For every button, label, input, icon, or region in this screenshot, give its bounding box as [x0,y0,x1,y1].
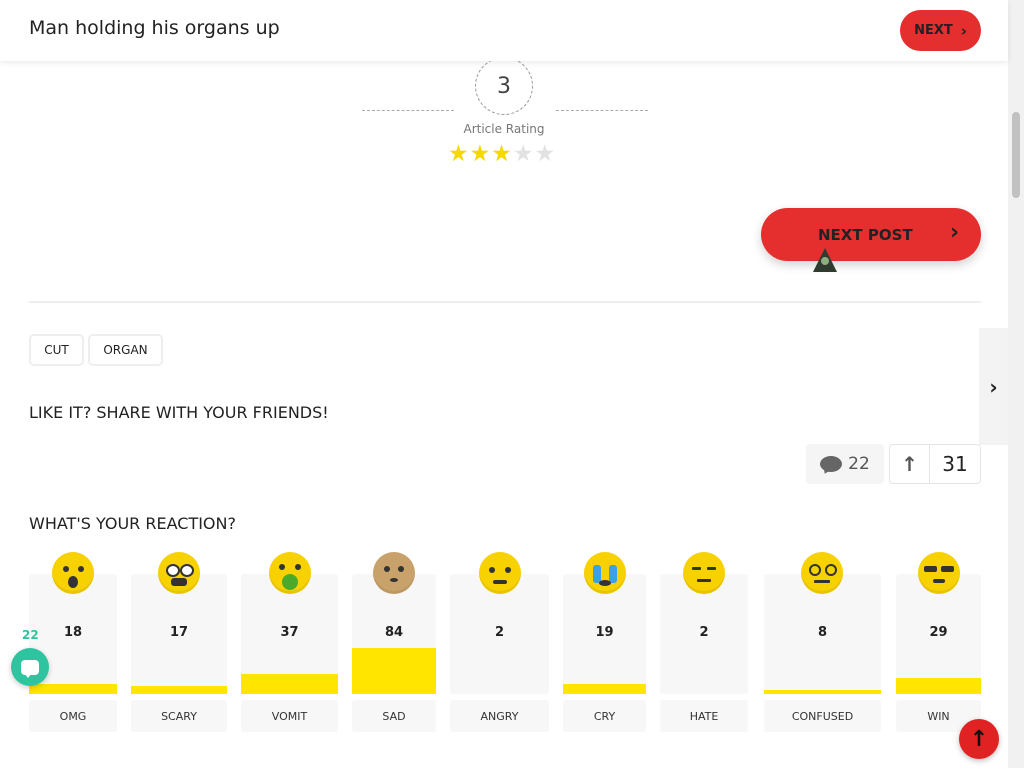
page-scrollbar[interactable] [1008,0,1024,768]
reaction-count: 17 [169,625,189,640]
star-icon[interactable]: ★ [448,143,469,166]
angry-face-icon [479,552,521,594]
hate-face-icon [683,552,725,594]
reaction-level-bar [764,690,881,694]
vote-count: 31 [942,452,968,476]
next-post-button[interactable]: NEXT POST › [761,208,981,261]
vote-widget: ↑ 31 [889,444,981,484]
comment-icon [820,456,843,472]
reaction-label[interactable]: SCARY [131,700,227,732]
reaction-level-bar [241,674,338,694]
reaction-count: 29 [929,625,948,640]
rating-divider-left [362,110,454,111]
star-icon[interactable]: ★ [513,143,534,166]
rating-divider-right [556,110,648,111]
tag-cut[interactable]: CUT [29,334,84,366]
reaction-label[interactable]: OMG [29,700,117,732]
star-icon[interactable]: ★ [535,143,556,166]
reaction-label[interactable]: ANGRY [450,700,549,732]
chat-button[interactable] [11,648,49,686]
reaction-heading: WHAT'S YOUR REACTION? [29,514,236,533]
reaction-level-bar [29,684,117,694]
scrollbar-thumb[interactable] [1012,112,1020,198]
upvote-button[interactable]: ↑ [890,445,930,483]
rating-value: 3 [475,57,533,115]
scary-face-icon [158,552,200,594]
cry-face-icon [584,552,626,594]
arrow-up-icon: ↑ [901,452,918,476]
chevron-right-icon: › [950,220,960,245]
share-heading: LIKE IT? SHARE WITH YOUR FRIENDS! [29,403,329,422]
chat-badge: 22 [22,628,39,642]
reaction-level-bar [563,684,646,694]
reaction-count: 2 [494,625,505,640]
section-divider [29,301,981,303]
reaction-count: 19 [595,625,614,640]
reaction-label[interactable]: VOMIT [241,700,338,732]
next-post-label: NEXT POST [818,226,913,244]
arrow-up-icon: ↑ [969,726,989,752]
win-face-icon [918,552,960,594]
reaction-count: 84 [384,625,404,640]
confused-face-icon [801,552,843,594]
top-bar: Man holding his organs up NEXT › [0,0,1008,61]
vomit-face-icon [269,552,311,594]
reaction-label[interactable]: HATE [660,700,748,732]
chevron-right-icon: › [989,374,998,399]
reaction-label[interactable]: CONFUSED [764,700,881,732]
rating-label: Article Rating [463,122,545,136]
cursor-icon [813,248,837,272]
reaction-level-bar [896,678,981,694]
reaction-label[interactable]: SAD [352,700,436,732]
chevron-right-icon: › [960,21,967,40]
rating-stars[interactable]: ★ ★ ★ ★ ★ [448,143,555,166]
post-title: Man holding his organs up [29,17,280,39]
reaction-label[interactable]: CRY [563,700,646,732]
comments-count-button[interactable]: 22 [806,444,884,484]
reaction-count: 2 [699,625,709,640]
chat-icon [21,659,39,678]
reaction-count: 8 [817,625,828,640]
star-icon[interactable]: ★ [470,143,491,166]
reaction-count: 18 [63,625,83,640]
reaction-level-bar [352,648,436,694]
next-button-label: NEXT [914,23,953,38]
reaction-count: 37 [280,625,299,640]
side-next-arrow[interactable]: › [979,328,1008,445]
reaction-level-bar [131,686,227,694]
back-to-top-button[interactable]: ↑ [959,719,999,759]
tag-organ[interactable]: ORGAN [88,334,163,366]
sad-cat-icon [373,552,415,594]
next-button[interactable]: NEXT › [900,10,981,51]
omg-face-icon [52,552,94,594]
star-icon[interactable]: ★ [491,143,512,166]
comments-count: 22 [848,454,870,474]
